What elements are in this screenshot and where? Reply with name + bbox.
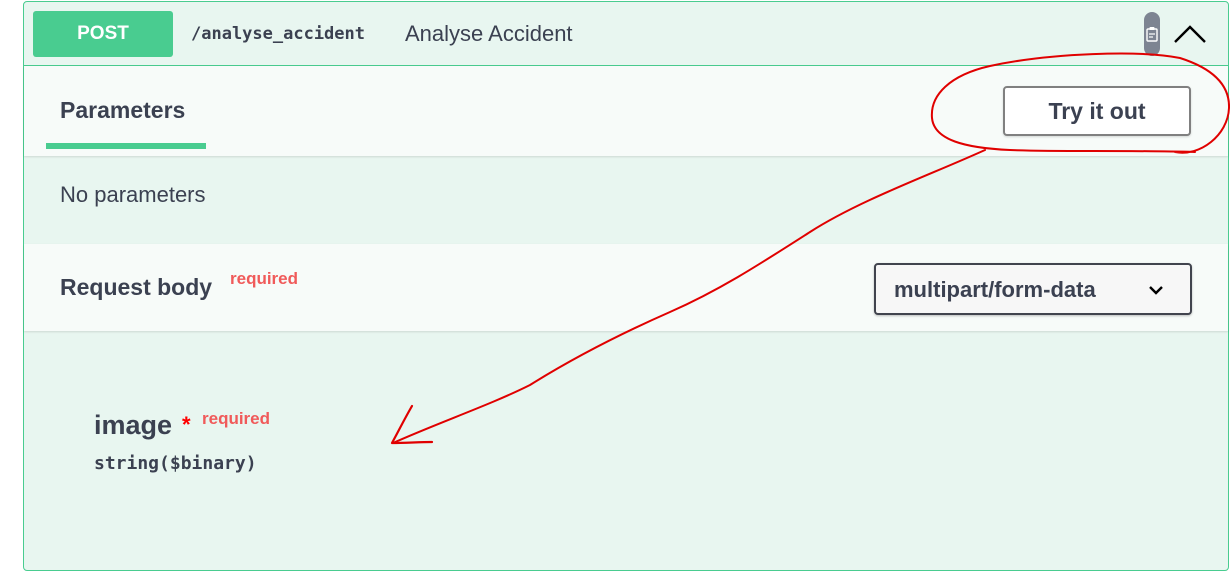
property-type: string($binary)	[94, 453, 257, 474]
request-body-header: Request body required multipart/form-dat…	[24, 244, 1228, 331]
method-badge: POST	[33, 11, 173, 57]
collapse-button[interactable]	[1172, 16, 1208, 52]
try-it-out-button[interactable]: Try it out	[1003, 86, 1191, 136]
operation-path: /analyse_accident	[191, 24, 365, 44]
request-body-title: Request body	[60, 274, 213, 300]
operation-summary-text: Analyse Accident	[405, 21, 573, 46]
tab-parameters[interactable]: Parameters	[60, 97, 185, 124]
parameters-header: Parameters Try it out	[24, 66, 1228, 156]
operation-block: POST /analyse_accident Analyse Accident …	[23, 1, 1229, 571]
clipboard-icon	[1146, 27, 1158, 42]
operation-summary[interactable]: POST /analyse_accident Analyse Accident	[24, 2, 1228, 66]
required-star: *	[182, 412, 191, 437]
copy-to-clipboard-button[interactable]	[1144, 12, 1160, 56]
request-body-required-label: required	[230, 269, 299, 288]
chevron-down-icon	[1149, 286, 1163, 295]
property-required-label: required	[202, 409, 271, 428]
content-type-value: multipart/form-data	[894, 277, 1096, 302]
no-parameters-text: No parameters	[60, 182, 206, 207]
chevron-up-icon	[1174, 25, 1206, 43]
tab-active-indicator	[46, 143, 206, 149]
content-type-select[interactable]: multipart/form-data	[874, 263, 1192, 315]
property-name: image	[94, 410, 173, 440]
